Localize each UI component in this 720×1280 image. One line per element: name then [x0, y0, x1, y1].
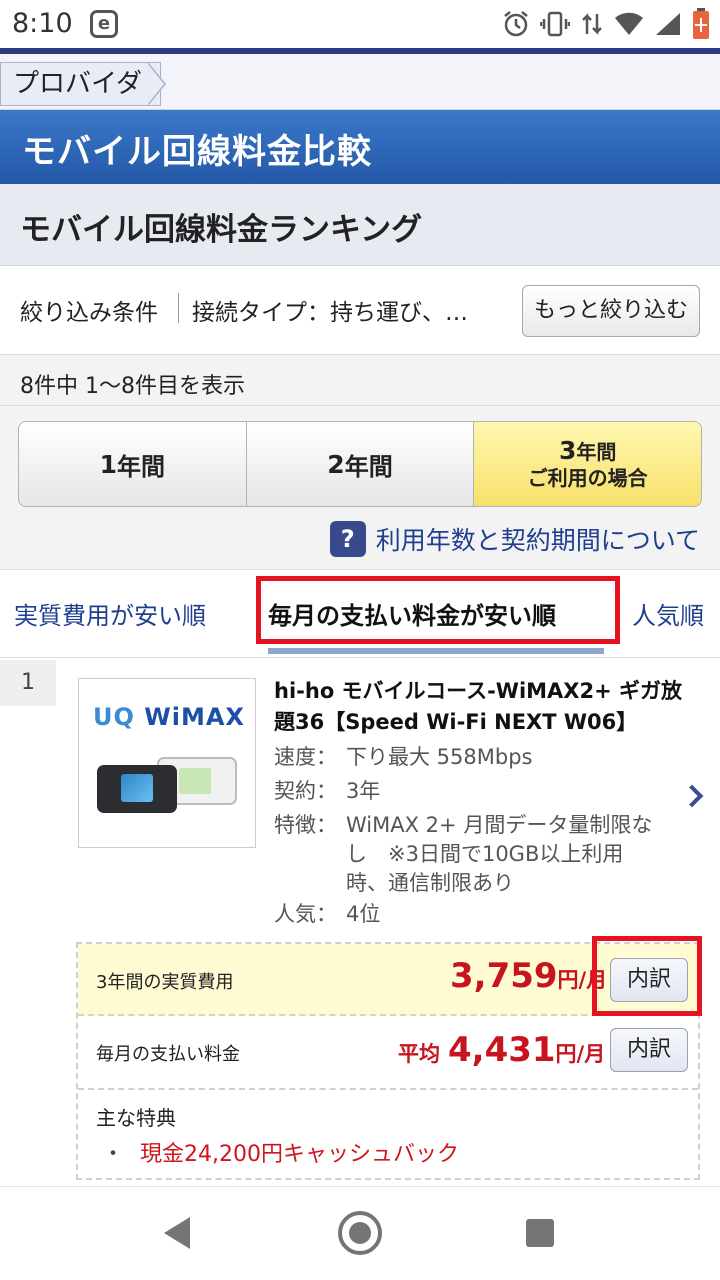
tab-popularity[interactable]: 人気順 — [632, 596, 704, 631]
period-option-3-line1: 3年間 — [558, 435, 617, 465]
app-notification-icon: e — [90, 10, 118, 38]
tab-effective-cost[interactable]: 実質費用が安い順 — [14, 596, 206, 631]
filter-label: 絞り込み条件 — [20, 300, 158, 326]
period-option-3-num: 3 — [558, 435, 577, 465]
status-time: 8:10 — [12, 8, 73, 39]
router-black-image — [97, 765, 177, 813]
monthly-value: 4,431 — [448, 1030, 556, 1070]
product-image[interactable]: UQ WiMAX — [78, 678, 256, 848]
signal-icon — [656, 13, 680, 35]
alarm-icon — [504, 11, 528, 37]
spec-feature-line2: し ※3日間で10GB以上利用 — [346, 842, 624, 866]
effective-cost-value: 3,759 — [450, 956, 558, 996]
highlight-box-breakdown — [592, 936, 702, 1016]
refine-more-button[interactable]: もっと絞り込む — [522, 285, 700, 337]
period-option-1-unit: 年間 — [117, 452, 166, 481]
period-option-3-line2: ご利用の場合 — [527, 465, 648, 490]
period-option-1-num: 1 — [99, 449, 118, 479]
status-bar: 8:10 e — [0, 0, 720, 48]
recent-apps-icon[interactable] — [526, 1219, 554, 1247]
help-icon: ? — [329, 521, 366, 557]
filter-divider — [178, 293, 179, 323]
logo-wimax: WiMAX — [144, 703, 245, 731]
spec-contract-label: 契約： — [274, 779, 337, 803]
breadcrumb-arrow-fill — [147, 63, 164, 105]
filter-bar: 絞り込み条件 接続タイプ：持ち運び、… もっと絞り込む — [0, 267, 720, 355]
spec-feature: 特徴： WiMAX 2+ 月間データ量制限な し ※3日間で10GB以上利用 時… — [274, 811, 652, 898]
effective-cost-label: 3年間の実質費用 — [96, 972, 234, 993]
uq-wimax-logo: UQ WiMAX — [93, 703, 245, 731]
spec-speed-value: 下り最大 558Mbps — [346, 745, 533, 769]
data-transfer-icon — [582, 12, 602, 36]
benefit-text: 現金24,200円キャッシュバック — [140, 1142, 459, 1167]
home-icon[interactable] — [338, 1211, 382, 1255]
status-icons — [502, 8, 710, 40]
active-tab-indicator — [268, 648, 604, 654]
monthly-unit: 円/月 — [555, 1042, 606, 1066]
bullet: ・ — [102, 1142, 125, 1167]
spec-popularity-value: 4位 — [346, 902, 381, 926]
breadcrumb: プロバイダ — [0, 54, 720, 110]
spec-feature-label: 特徴： — [274, 813, 337, 837]
item-title[interactable]: hi-ho モバイルコース-WiMAX2+ ギガ放題36【Speed Wi-Fi… — [274, 676, 694, 738]
spec-contract: 契約： 3年 — [274, 777, 380, 806]
system-nav-bar — [0, 1186, 720, 1280]
ranking-title: モバイル回線料金ランキング — [20, 212, 423, 248]
spec-speed: 速度： 下り最大 558Mbps — [274, 743, 532, 772]
period-option-2-num: 2 — [327, 449, 345, 479]
back-icon[interactable] — [164, 1217, 190, 1249]
vibrate-icon — [540, 11, 570, 37]
result-count: 8件中 1〜8件目を表示 — [20, 374, 245, 399]
period-option-1-year[interactable]: 1 年間 — [19, 422, 247, 506]
period-option-3-unit: 年間 — [576, 439, 617, 464]
help-link-text: 利用年数と契約期間について — [375, 526, 700, 555]
spec-contract-value: 3年 — [346, 779, 381, 803]
highlight-box-tab — [256, 576, 620, 644]
period-option-3-years-selected[interactable]: 3年間 ご利用の場合 — [474, 422, 701, 506]
logo-uq: UQ — [93, 703, 135, 731]
spec-feature-line1: WiMAX 2+ 月間データ量制限な — [346, 813, 653, 837]
page-title: モバイル回線料金比較 — [22, 132, 372, 172]
page-header: モバイル回線料金比較 — [0, 110, 720, 184]
filter-condition: 接続タイプ：持ち運び、… — [192, 300, 468, 326]
period-option-2-years[interactable]: 2 年間 — [247, 422, 475, 506]
divider — [0, 405, 720, 406]
spec-popularity-label: 人気： — [274, 902, 337, 926]
sort-tabs: 実質費用が安い順 毎月の支払い料金が安い順 人気順 — [0, 570, 720, 658]
benefits-title: 主な特典 — [96, 1106, 176, 1130]
period-selector: 1 年間 2 年間 3年間 ご利用の場合 — [18, 421, 702, 507]
effective-cost-price: 3,759円/月 — [450, 956, 607, 996]
spec-popularity: 人気： 4位 — [274, 900, 380, 929]
period-option-2-unit: 年間 — [344, 452, 393, 481]
monthly-payment-label: 毎月の支払い料金 — [96, 1044, 240, 1065]
rank-number: 1 — [0, 660, 56, 706]
spec-feature-line3: 時、通信制限あり — [346, 871, 514, 895]
period-section: 8件中 1〜8件目を表示 1 年間 2 年間 3年間 ご利用の場合 ? 利用年数と契… — [0, 355, 720, 570]
contract-help-link[interactable]: ? 利用年数と契約期間について — [329, 521, 700, 557]
spec-speed-label: 速度： — [274, 745, 337, 769]
monthly-prefix: 平均 — [398, 1042, 440, 1066]
ranking-header: モバイル回線料金ランキング — [0, 184, 720, 266]
battery-icon — [693, 8, 709, 39]
wifi-icon — [615, 12, 643, 35]
breakdown-button-monthly[interactable]: 内訳 — [610, 1028, 688, 1072]
chevron-right-icon[interactable] — [680, 784, 704, 808]
monthly-payment-row: 毎月の支払い料金 平均 4,431円/月 内訳 — [78, 1016, 698, 1090]
monthly-payment-price: 平均 4,431円/月 — [398, 1030, 605, 1070]
breadcrumb-item-provider[interactable]: プロバイダ — [0, 62, 161, 106]
benefit-item: ・現金24,200円キャッシュバック — [102, 1136, 459, 1168]
